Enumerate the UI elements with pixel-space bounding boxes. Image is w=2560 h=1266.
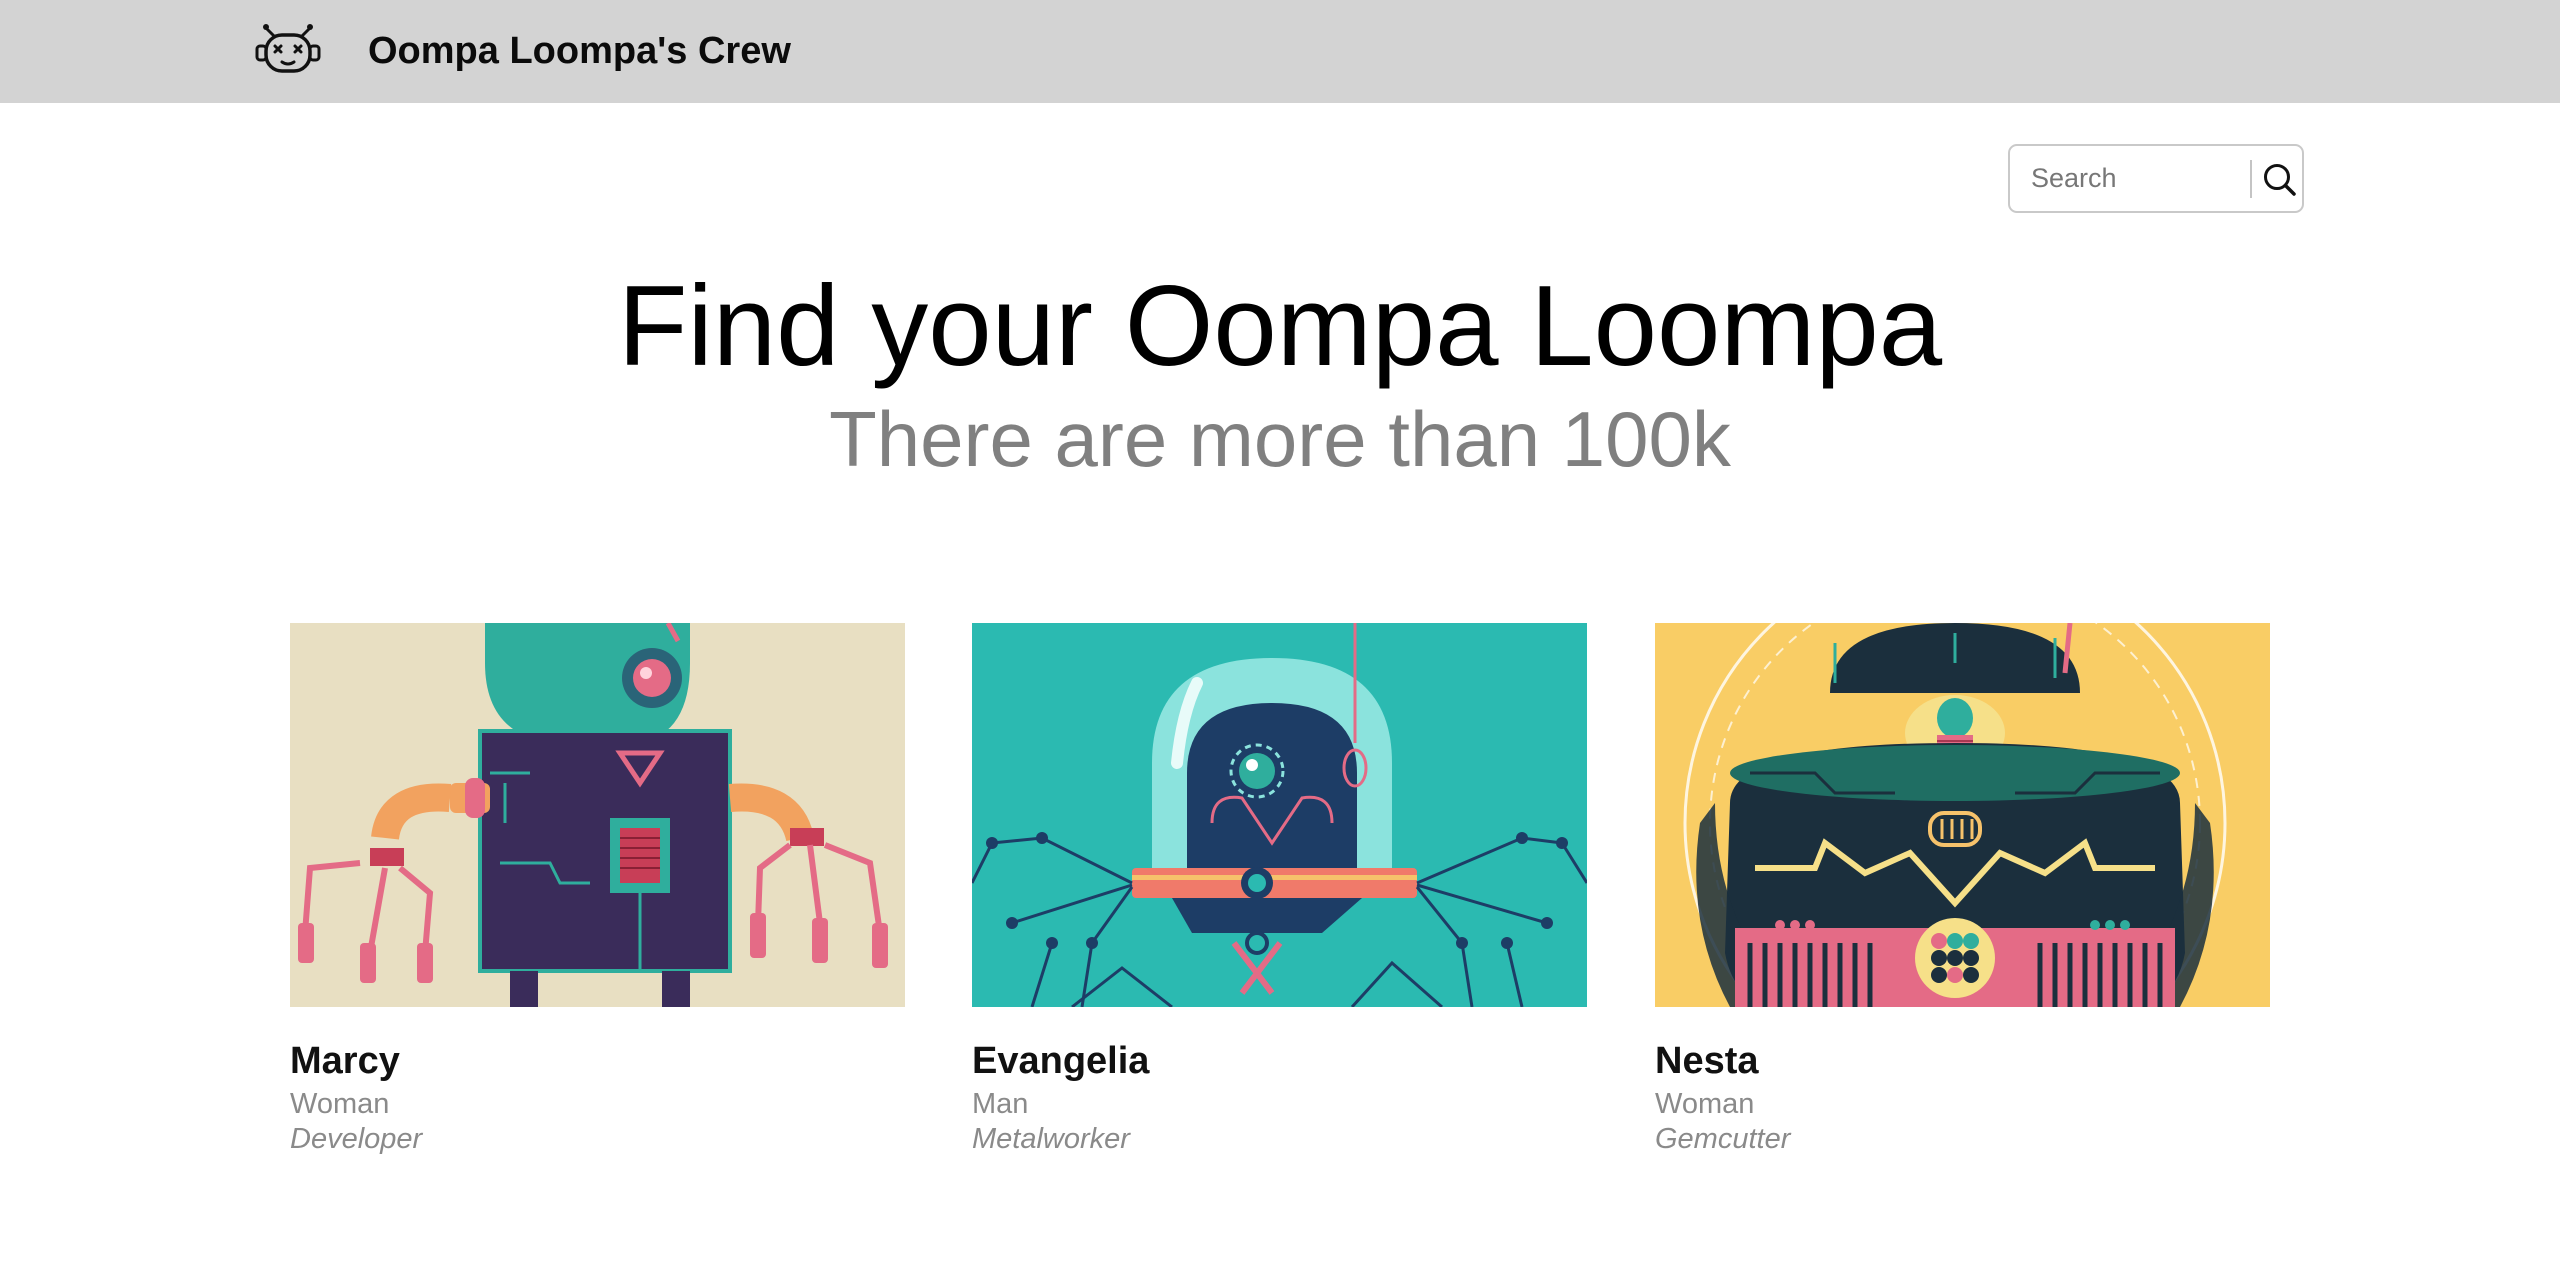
- card-profession: Gemcutter: [1655, 1123, 1791, 1155]
- search-button[interactable]: [2258, 156, 2300, 202]
- card-gender: Woman: [290, 1088, 390, 1120]
- top-navigation-bar: Oompa Loompa's Crew: [0, 0, 2560, 103]
- page-subtitle: There are more than 100k: [829, 395, 1731, 483]
- robot-illustration-image: [290, 623, 905, 1007]
- robot-illustration-image: [1655, 623, 2270, 1007]
- oompa-card[interactable]: Nesta Woman Gemcutter: [1655, 623, 2270, 1163]
- card-profession: Developer: [290, 1123, 423, 1155]
- search-box: [2008, 144, 2304, 213]
- search-input[interactable]: [2012, 148, 2248, 209]
- search-icon: [2258, 164, 2300, 205]
- page-title: Find your Oompa Loompa: [617, 263, 1943, 390]
- card-name[interactable]: Evangelia: [972, 1038, 1149, 1084]
- card-name[interactable]: Marcy: [290, 1038, 400, 1084]
- oompa-card[interactable]: Evangelia Man Metalworker: [972, 623, 1587, 1163]
- card-gender: Woman: [1655, 1088, 1755, 1120]
- card-profession: Metalworker: [972, 1123, 1130, 1155]
- brand-title[interactable]: Oompa Loompa's Crew: [368, 26, 791, 76]
- card-name[interactable]: Nesta: [1655, 1038, 1759, 1084]
- oompa-card[interactable]: Marcy Woman Developer: [290, 623, 905, 1163]
- search-divider: [2250, 160, 2252, 198]
- robot-face-icon[interactable]: [254, 20, 322, 76]
- robot-illustration-image: [972, 623, 1587, 1007]
- card-gender: Man: [972, 1088, 1029, 1120]
